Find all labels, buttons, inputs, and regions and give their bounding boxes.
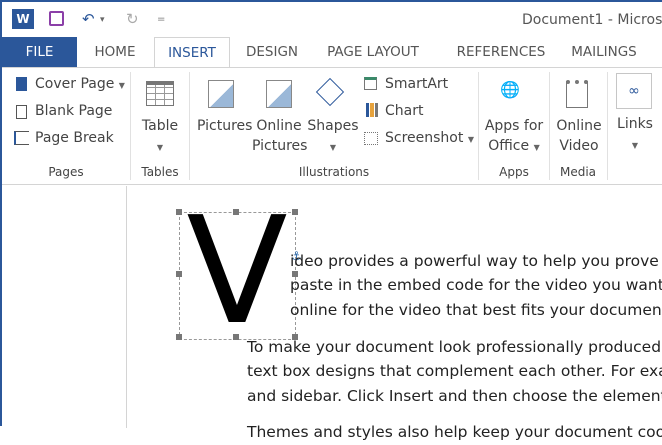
table-label: Table: [141, 118, 179, 134]
word-logo-icon: W: [12, 9, 34, 29]
blank-page-icon: [16, 105, 27, 119]
document-area[interactable]: V ⚓ ideo provides a powerful way to help…: [2, 185, 662, 441]
ribbon-tabs: FILE HOME INSERT DESIGN PAGE LAYOUT REFE…: [2, 37, 662, 69]
cover-page-icon: [16, 77, 27, 91]
chart-button[interactable]: Chart: [385, 101, 423, 121]
screenshot-label: Screenshot: [385, 130, 464, 146]
blank-page-button[interactable]: Blank Page: [35, 101, 112, 121]
links-icon: ∞: [616, 73, 652, 109]
cover-page-button[interactable]: Cover Page ▼: [35, 74, 125, 96]
cover-page-label: Cover Page: [35, 76, 115, 92]
links-button[interactable]: Links ▼: [612, 114, 658, 156]
paragraph-line: paste in the embed code for the video yo…: [290, 276, 662, 294]
apps-for-office-icon: 🌐: [500, 80, 520, 99]
online-video-icon: [566, 80, 588, 108]
table-button[interactable]: Table ▼: [135, 116, 185, 158]
chevron-down-icon: ▼: [329, 143, 337, 152]
resize-handle[interactable]: [292, 209, 298, 215]
paragraph-line: Themes and styles also help keep your do…: [247, 423, 662, 441]
redo-icon[interactable]: ↻: [126, 10, 139, 30]
screenshot-icon: [364, 132, 378, 145]
group-label-pages: Pages: [48, 165, 84, 179]
chevron-down-icon: ▼: [156, 143, 164, 152]
chevron-down-icon: ▼: [467, 135, 474, 144]
tab-file[interactable]: FILE: [2, 37, 77, 68]
divider: [478, 72, 479, 180]
online-pictures-label-1: Online: [256, 118, 302, 134]
tab-mailings[interactable]: MAILINGS: [562, 37, 646, 68]
smartart-icon: [364, 77, 377, 90]
links-label: Links: [617, 116, 653, 132]
online-video-button[interactable]: Online Video: [551, 116, 607, 156]
paragraph-line: To make your document look professionall…: [247, 338, 662, 356]
apps-label-1: Apps for: [484, 118, 544, 134]
table-icon: [146, 81, 174, 106]
divider: [607, 72, 608, 180]
group-label-illustrations: Illustrations: [298, 165, 370, 179]
tab-design[interactable]: DESIGN: [234, 37, 310, 68]
tab-home[interactable]: HOME: [80, 37, 150, 68]
save-icon[interactable]: [49, 11, 64, 26]
online-pictures-button[interactable]: Online Pictures: [252, 116, 308, 156]
group-label-apps: Apps: [499, 165, 529, 179]
paragraph-line: and sidebar. Click Insert and then choos…: [247, 387, 662, 405]
tab-insert[interactable]: INSERT: [154, 37, 230, 69]
window-title: Document1 - Microso: [522, 12, 662, 28]
chevron-down-icon: ▼: [631, 141, 639, 150]
video-label-2: Video: [559, 138, 599, 154]
paragraph-line: ideo provides a powerful way to help you…: [290, 252, 662, 270]
video-label-1: Online: [556, 118, 602, 134]
online-pictures-icon: [266, 80, 292, 108]
page-break-button[interactable]: Page Break: [35, 128, 114, 148]
pictures-icon: [208, 80, 234, 108]
tab-page-layout[interactable]: PAGE LAYOUT: [318, 37, 428, 68]
pictures-button[interactable]: Pictures: [197, 116, 252, 136]
screenshot-button[interactable]: Screenshot ▼: [385, 128, 474, 150]
divider: [130, 72, 131, 180]
apps-label-2: Office: [488, 138, 530, 154]
paragraph-line: online for the video that best fits your…: [290, 301, 662, 319]
group-label-tables: Tables: [141, 165, 179, 179]
smartart-button[interactable]: SmartArt: [385, 74, 448, 94]
customize-qat-button[interactable]: =: [157, 14, 165, 34]
tab-references[interactable]: REFERENCES: [448, 37, 554, 68]
shapes-label: Shapes: [307, 118, 359, 134]
online-pictures-label-2: Pictures: [252, 138, 308, 154]
group-label-media: Media: [559, 165, 597, 179]
chart-icon: [366, 103, 378, 117]
shapes-button[interactable]: Shapes ▼: [306, 116, 360, 158]
chevron-down-icon: ▼: [118, 81, 125, 90]
paragraph-line: text box designs that complement each ot…: [247, 362, 662, 380]
apps-for-office-button[interactable]: Apps for Office ▼: [480, 116, 548, 158]
chevron-down-icon: ▼: [533, 143, 540, 152]
undo-icon[interactable]: ↶: [82, 10, 95, 30]
undo-dropdown[interactable]: ▾: [100, 15, 105, 35]
page-break-icon: [14, 131, 29, 145]
page-edge: [126, 186, 127, 428]
divider: [189, 72, 190, 180]
drop-cap: V: [186, 185, 288, 357]
divider: [549, 72, 550, 180]
